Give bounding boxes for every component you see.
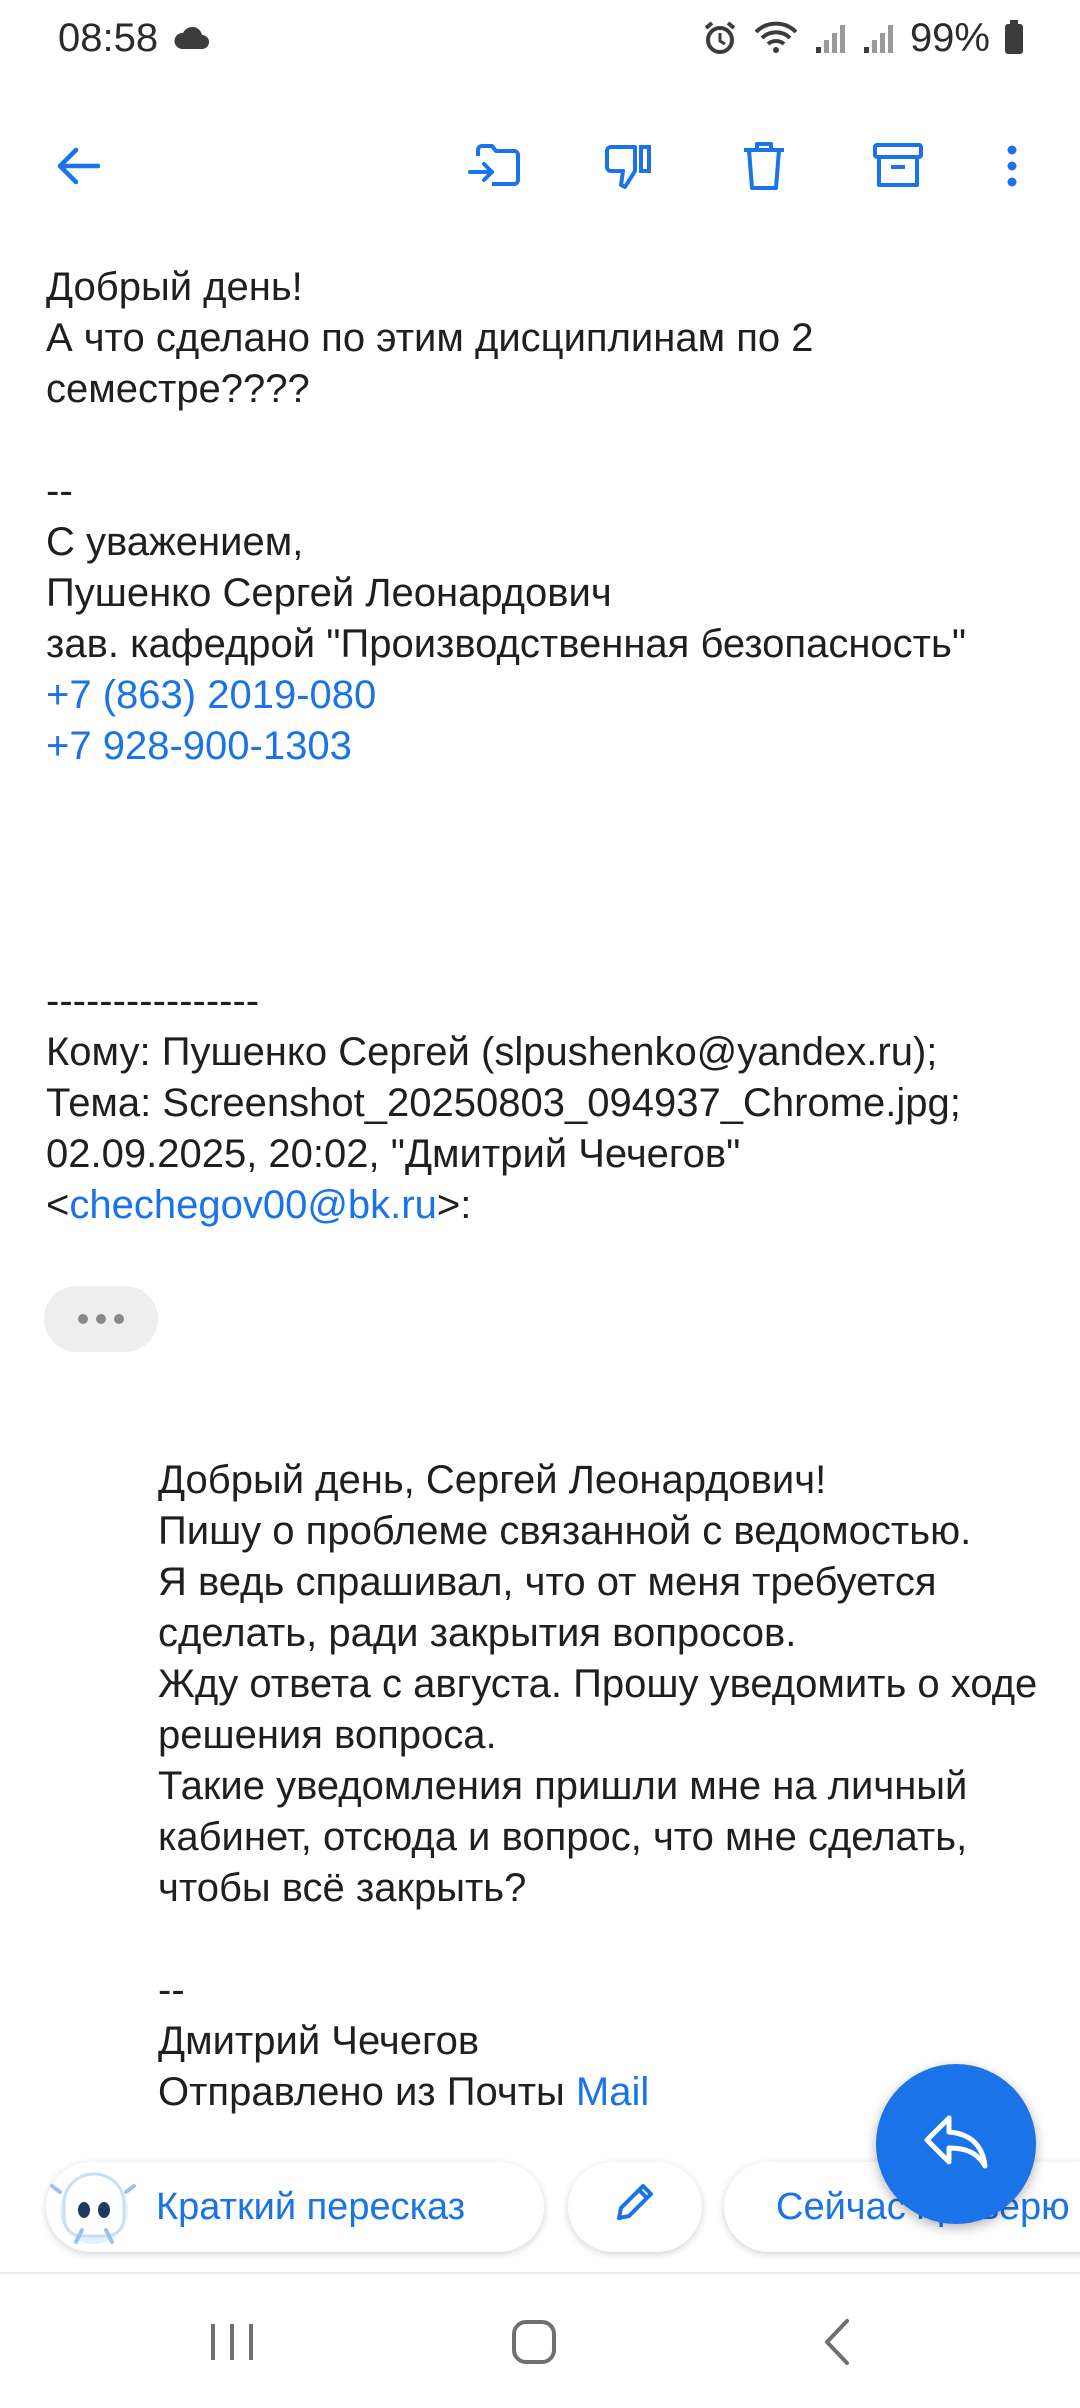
- dot: [114, 1314, 124, 1324]
- dot: [78, 1314, 88, 1324]
- header-date-from: 02.09.2025, 20:02, "Дмитрий Чечегов": [46, 1132, 741, 1176]
- archive-icon: [873, 142, 923, 194]
- recent-apps-icon: [207, 2320, 257, 2369]
- header-subject: Тема: Screenshot_20250803_094937_Chrome.…: [46, 1081, 961, 1125]
- email-bracket-close: >:: [436, 1183, 472, 1227]
- recent-apps-button[interactable]: [172, 2294, 292, 2394]
- summary-label: Краткий пересказ: [156, 2185, 466, 2228]
- status-time: 08:58: [58, 15, 159, 60]
- back-arrow-icon: [56, 146, 101, 191]
- ai-assistant-avatar-icon: [42, 2154, 146, 2258]
- wifi-icon: [752, 20, 800, 56]
- quoted-line: Я ведь спрашивал, что от меня требуется …: [158, 1560, 937, 1655]
- home-button[interactable]: [474, 2294, 594, 2394]
- summary-chip[interactable]: Краткий пересказ: [46, 2162, 544, 2252]
- phone-link[interactable]: +7 928-900-1303: [46, 721, 1040, 772]
- move-to-inbox-icon: [468, 142, 520, 195]
- signature-separator: --: [46, 469, 73, 513]
- back-chevron-icon: [821, 2317, 851, 2372]
- battery-percent: 99%: [909, 15, 990, 60]
- message-body: Добрый день! А что сделано по этим дисци…: [46, 262, 1040, 772]
- sent-from-text: Отправлено из Почты: [158, 2070, 576, 2114]
- email-link[interactable]: chechegov00@bk.ru: [69, 1183, 437, 1227]
- compose-edit-chip[interactable]: [568, 2162, 702, 2252]
- quoted-line: Такие уведомления пришли мне на личный к…: [158, 1764, 968, 1910]
- header-separator: ----------------: [46, 979, 260, 1023]
- pencil-icon: [613, 2180, 657, 2234]
- alarm-icon: [702, 20, 738, 56]
- greeting: Добрый день!: [46, 265, 303, 309]
- back-button[interactable]: [28, 118, 128, 218]
- show-quoted-button[interactable]: [44, 1286, 158, 1352]
- battery-icon: [1004, 20, 1024, 56]
- email-toolbar: [0, 118, 1080, 218]
- more-vert-icon: [1006, 145, 1018, 192]
- signal-icon: [814, 21, 848, 55]
- move-button[interactable]: [444, 118, 544, 218]
- spam-button[interactable]: [578, 118, 678, 218]
- signature-title: зав. кафедрой "Производственная безопасн…: [46, 622, 967, 666]
- quoted-line: Пишу о проблеме связанной с ведомостью.: [158, 1509, 972, 1553]
- signature-regards: С уважением,: [46, 520, 304, 564]
- reply-fab[interactable]: [876, 2064, 1036, 2224]
- delete-icon: [742, 141, 786, 196]
- header-to: Кому: Пушенко Сергей (slpushenko@yandex.…: [46, 1030, 938, 1074]
- archive-button[interactable]: [848, 118, 948, 218]
- email-view: 08:58 99% Добрый день! А что сделано по …: [0, 0, 1080, 2408]
- quoted-separator: --: [158, 1968, 185, 2012]
- delete-button[interactable]: [714, 118, 814, 218]
- home-icon: [510, 2318, 558, 2371]
- back-nav-button[interactable]: [776, 2294, 896, 2394]
- phone-link[interactable]: +7 (863) 2019-080: [46, 670, 1040, 721]
- more-options-button[interactable]: [962, 118, 1062, 218]
- thumbs-down-icon: [603, 141, 653, 196]
- quoted-line: Жду ответа с августа. Прошу уведомить о …: [158, 1662, 1038, 1757]
- quoted-name: Дмитрий Чечегов: [158, 2019, 480, 2063]
- reply-icon: [923, 2114, 989, 2175]
- signal-icon: [862, 21, 896, 55]
- cloud-icon: [172, 16, 210, 61]
- quoted-message: Добрый день, Сергей Леонардович! Пишу о …: [158, 1455, 1050, 2118]
- system-navigation-bar: [0, 2274, 1080, 2408]
- email-bracket-open: <: [46, 1183, 70, 1227]
- mail-link[interactable]: Mail: [576, 2070, 649, 2114]
- message-text: А что сделано по этим дисциплинам по 2 с…: [46, 316, 814, 411]
- status-bar: 08:58 99%: [0, 0, 1080, 76]
- signature-name: Пушенко Сергей Леонардович: [46, 571, 612, 615]
- dot: [96, 1314, 106, 1324]
- quoted-greeting: Добрый день, Сергей Леонардович!: [158, 1458, 827, 1502]
- quoted-header: ---------------- Кому: Пушенко Сергей (s…: [46, 976, 1040, 1231]
